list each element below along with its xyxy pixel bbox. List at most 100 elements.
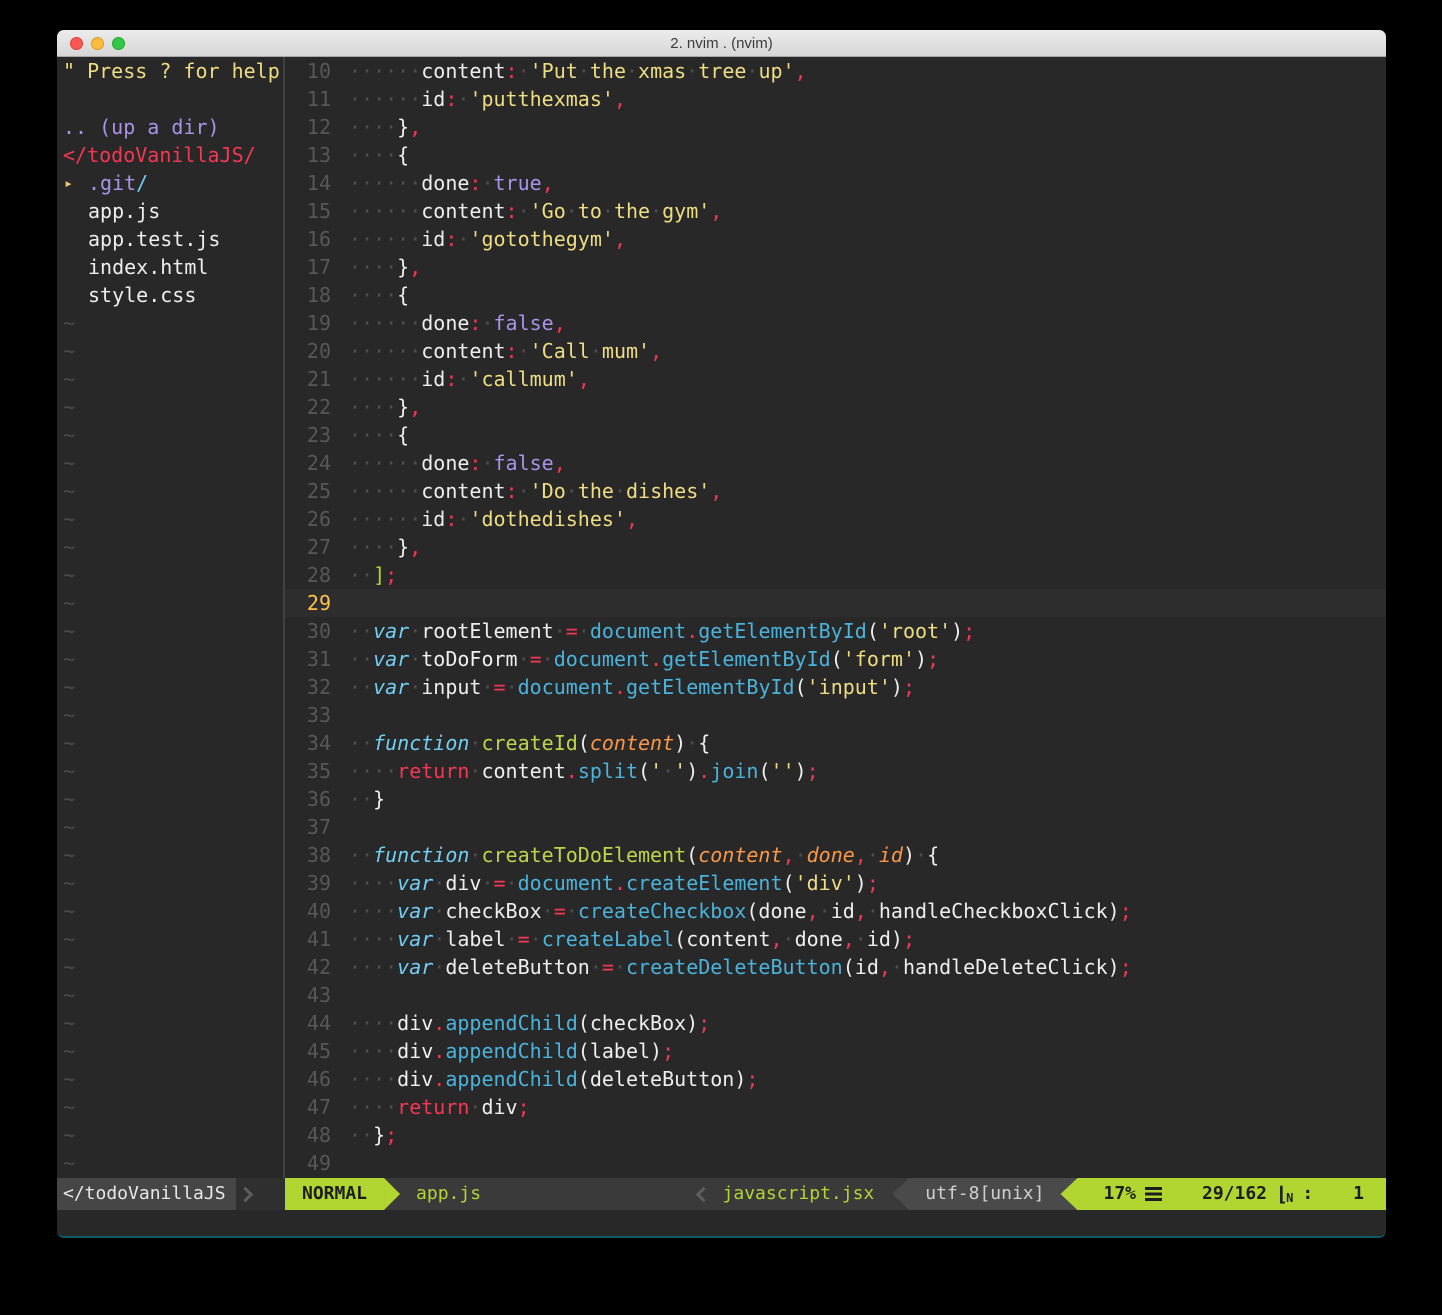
code-line[interactable]: 16······id:·'gotothegym', <box>285 225 1386 253</box>
code-buffer: 10······content:·'Put·the·xmas·tree·up',… <box>285 57 1386 1178</box>
code-line[interactable]: 43 <box>285 981 1386 1009</box>
code-line[interactable]: 31··var·toDoForm·=·document.getElementBy… <box>285 645 1386 673</box>
code-line[interactable]: 44····div.appendChild(checkBox); <box>285 1009 1386 1037</box>
code-line[interactable]: 42····var·deleteButton·=·createDeleteBut… <box>285 953 1386 981</box>
code-line[interactable]: 25······content:·'Do·the·dishes', <box>285 477 1386 505</box>
code-line[interactable]: 39····var·div·=·document.createElement('… <box>285 869 1386 897</box>
line-text: ····{ <box>331 281 409 309</box>
code-line[interactable]: 49 <box>285 1149 1386 1177</box>
code-line[interactable]: 23····{ <box>285 421 1386 449</box>
code-line[interactable]: 13····{ <box>285 141 1386 169</box>
code-line[interactable]: 47····return·div; <box>285 1093 1386 1121</box>
line-number: 24 <box>285 449 331 477</box>
code-line[interactable]: 32··var·input·=·document.getElementById(… <box>285 673 1386 701</box>
tree-item-file[interactable]: app.js <box>57 197 283 225</box>
line-number: 33 <box>285 701 331 729</box>
code-line[interactable]: 41····var·label·=·createLabel(content,·d… <box>285 925 1386 953</box>
empty-line-tilde: ~ <box>57 365 283 393</box>
code-line[interactable]: 48··}; <box>285 1121 1386 1149</box>
tree-item-file[interactable]: style.css <box>57 281 283 309</box>
code-line[interactable]: 17····}, <box>285 253 1386 281</box>
code-line[interactable]: 14······done:·true, <box>285 169 1386 197</box>
tree-item-file[interactable]: index.html <box>57 253 283 281</box>
chevron-right-icon <box>237 1186 253 1202</box>
code-line[interactable]: 21······id:·'callmum', <box>285 365 1386 393</box>
line-text: ··var·input·=·document.getElementById('i… <box>331 673 915 701</box>
code-line[interactable]: 36··} <box>285 785 1386 813</box>
line-number: 19 <box>285 309 331 337</box>
code-line[interactable]: 24······done:·false, <box>285 449 1386 477</box>
empty-line-tilde: ~ <box>57 589 283 617</box>
line-text: ··function·createToDoElement(content,·do… <box>331 841 939 869</box>
line-number: 29 <box>285 589 331 617</box>
code-line[interactable]: 28··]; <box>285 561 1386 589</box>
nerdtree-help-line: " Press ? for help <box>57 57 283 85</box>
line-text: ······content:·'Go·to·the·gym', <box>331 197 722 225</box>
code-line[interactable]: 11······id:·'putthexmas', <box>285 85 1386 113</box>
code-line[interactable]: 46····div.appendChild(deleteButton); <box>285 1065 1386 1093</box>
line-number: 34 <box>285 729 331 757</box>
code-line[interactable]: 12····}, <box>285 113 1386 141</box>
code-line[interactable]: 33 <box>285 701 1386 729</box>
empty-line-tilde: ~ <box>57 421 283 449</box>
terminal-window: 2. nvim . (nvim) " Press ? for help .. (… <box>57 30 1386 1238</box>
line-text: ····var·deleteButton·=·createDeleteButto… <box>331 953 1132 981</box>
code-line[interactable]: 20······content:·'Call·mum', <box>285 337 1386 365</box>
empty-line-tilde: ~ <box>57 981 283 1009</box>
line-number: 42 <box>285 953 331 981</box>
line-text: ······content:·'Call·mum', <box>331 337 662 365</box>
nerdtree-entries: ▸.git/app.jsapp.test.jsindex.htmlstyle.c… <box>57 169 283 309</box>
code-line[interactable]: 18····{ <box>285 281 1386 309</box>
line-number: 12 <box>285 113 331 141</box>
powerline-arrow-icon <box>384 1178 400 1210</box>
code-line[interactable]: 22····}, <box>285 393 1386 421</box>
line-number: 49 <box>285 1149 331 1177</box>
powerline-arrow-icon <box>1060 1178 1077 1210</box>
code-line[interactable]: 10······content:·'Put·the·xmas·tree·up', <box>285 57 1386 85</box>
code-line[interactable]: 37 <box>285 813 1386 841</box>
line-text: ······id:·'putthexmas', <box>331 85 626 113</box>
line-text: ····return·content.split('·').join(''); <box>331 757 819 785</box>
line-text: ······id:·'gotothegym', <box>331 225 626 253</box>
code-line[interactable]: 30··var·rootElement·=·document.getElemen… <box>285 617 1386 645</box>
line-text: ····var·div·=·document.createElement('di… <box>331 869 879 897</box>
line-text <box>331 589 349 617</box>
code-line[interactable]: 38··function·createToDoElement(content,·… <box>285 841 1386 869</box>
cursor-position: 29/162 <box>1202 1178 1267 1210</box>
nerdtree-up-dir[interactable]: .. (up a dir) <box>57 113 283 141</box>
line-text: ··]; <box>331 561 397 589</box>
directory-name: .git <box>88 171 136 195</box>
empty-line-tilde: ~ <box>57 785 283 813</box>
line-text <box>331 813 349 841</box>
code-line[interactable]: 15······content:·'Go·to·the·gym', <box>285 197 1386 225</box>
line-text: ····}, <box>331 533 421 561</box>
code-line[interactable]: 40····var·checkBox·=·createCheckbox(done… <box>285 897 1386 925</box>
tree-item-file[interactable]: app.test.js <box>57 225 283 253</box>
code-line[interactable]: 27····}, <box>285 533 1386 561</box>
line-number: 26 <box>285 505 331 533</box>
tree-item-directory[interactable]: ▸.git/ <box>57 169 283 197</box>
empty-line-tilde: ~ <box>57 1149 283 1177</box>
line-number: 38 <box>285 841 331 869</box>
line-number: 20 <box>285 337 331 365</box>
code-line[interactable]: 19······done:·false, <box>285 309 1386 337</box>
command-line[interactable] <box>57 1210 1386 1238</box>
code-line[interactable]: 34··function·createId(content)·{ <box>285 729 1386 757</box>
empty-line-tilde: ~ <box>57 449 283 477</box>
line-text: ······content:·'Do·the·dishes', <box>331 477 722 505</box>
statusline-encoding: utf-8[unix] <box>909 1178 1060 1210</box>
line-number: 18 <box>285 281 331 309</box>
code-line[interactable]: 45····div.appendChild(label); <box>285 1037 1386 1065</box>
expand-arrow-icon[interactable]: ▸ <box>64 169 73 197</box>
line-number: 48 <box>285 1121 331 1149</box>
line-text: ··}; <box>331 1121 397 1149</box>
code-line-cursor[interactable]: 29 <box>285 589 1386 617</box>
line-text: ····var·label·=·createLabel(content,·don… <box>331 925 915 953</box>
empty-line-tilde: ~ <box>57 673 283 701</box>
statusline-spacer <box>497 1178 697 1210</box>
code-line[interactable]: 35····return·content.split('·').join('')… <box>285 757 1386 785</box>
empty-line-tilde: ~ <box>57 841 283 869</box>
line-number: 40 <box>285 897 331 925</box>
position-colon: : <box>1302 1178 1313 1210</box>
code-line[interactable]: 26······id:·'dothedishes', <box>285 505 1386 533</box>
